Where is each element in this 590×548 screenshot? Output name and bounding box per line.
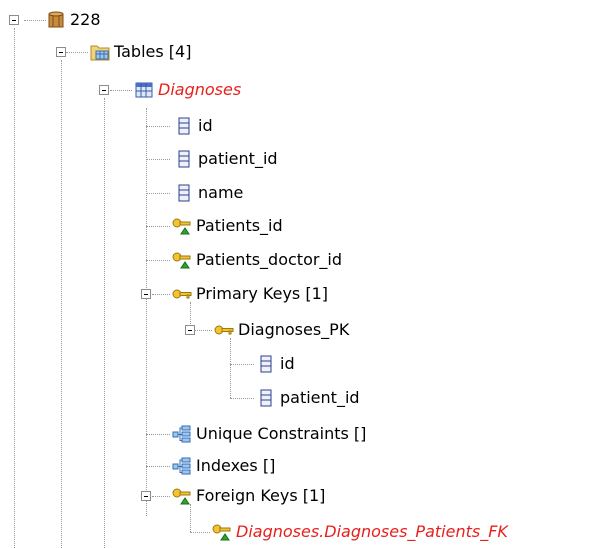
tree-line [230, 338, 231, 398]
tree-node-unique-constraints[interactable]: Unique Constraints [] [172, 422, 366, 446]
tree-line [230, 364, 254, 365]
column-label: patient_id [198, 149, 278, 168]
tree-line [146, 159, 170, 160]
collapse-toggle-pk[interactable] [185, 325, 195, 335]
tree-line [146, 466, 170, 467]
tree-line [146, 126, 170, 127]
foreign-key-icon [212, 522, 232, 542]
index-icon [172, 424, 192, 444]
indexes-label: Indexes [] [196, 456, 276, 475]
tree-line [146, 260, 170, 261]
collapse-toggle-foreign-keys[interactable] [141, 491, 151, 501]
tree-line [66, 52, 88, 53]
collapse-toggle-primary-keys[interactable] [141, 289, 151, 299]
folder-table-icon [90, 42, 110, 62]
database-icon [46, 10, 66, 30]
tree-node-foreign-keys[interactable]: Foreign Keys [1] [172, 484, 325, 508]
foreign-key-icon [172, 216, 192, 236]
collapse-toggle-tables[interactable] [56, 47, 66, 57]
column-icon [174, 116, 194, 136]
column-icon [174, 149, 194, 169]
fk-label: Diagnoses.Diagnoses_Patients_FK [236, 522, 508, 541]
collapse-toggle-table[interactable] [99, 85, 109, 95]
key-icon [172, 284, 192, 304]
table-grid-icon [134, 80, 154, 100]
tree-node-pk-column-patient-id[interactable]: patient_id [256, 386, 360, 410]
tree-line [146, 108, 147, 516]
tree-node-root[interactable]: 228 [46, 8, 101, 32]
root-label: 228 [70, 10, 101, 29]
column-label: name [198, 183, 244, 202]
pk-column-label: patient_id [280, 388, 360, 407]
tree-node-fk-diagnoses-patients[interactable]: Diagnoses.Diagnoses_Patients_FK [212, 520, 508, 544]
primary-keys-label: Primary Keys [1] [196, 284, 329, 303]
column-icon [256, 388, 276, 408]
tree-line [104, 98, 105, 548]
fk-column-label: Patients_doctor_id [196, 250, 343, 269]
foreign-keys-label: Foreign Keys [1] [196, 486, 326, 505]
unique-constraints-label: Unique Constraints [] [196, 424, 367, 443]
tree-node-pk-diagnoses[interactable]: Diagnoses_PK [214, 318, 349, 342]
tree-line [230, 398, 254, 399]
tree-line [146, 193, 170, 194]
column-label: id [198, 116, 213, 135]
table-label: Diagnoses [158, 80, 242, 99]
tree-node-pk-column-id[interactable]: id [256, 352, 295, 376]
column-icon [256, 354, 276, 374]
tree-node-fk-column-patients-doctor-id[interactable]: Patients_doctor_id [172, 248, 342, 272]
tree-line [190, 504, 191, 532]
tree-node-column-name[interactable]: name [174, 181, 243, 205]
tree-line [61, 60, 62, 548]
tree-line [194, 330, 212, 331]
tree-line [152, 294, 170, 295]
collapse-toggle-root[interactable] [9, 15, 19, 25]
tree-line [152, 496, 170, 497]
tree-node-tables[interactable]: Tables [4] [90, 40, 191, 64]
tree-node-fk-column-patients-id[interactable]: Patients_id [172, 214, 283, 238]
tables-label: Tables [4] [114, 42, 192, 61]
tree-line [146, 434, 170, 435]
foreign-key-icon [172, 250, 192, 270]
tree-line [24, 20, 46, 21]
tree-node-indexes[interactable]: Indexes [] [172, 454, 275, 478]
key-icon [214, 320, 234, 340]
tree-node-column-id[interactable]: id [174, 114, 213, 138]
column-icon [174, 183, 194, 203]
tree-node-column-patient-id[interactable]: patient_id [174, 147, 278, 171]
foreign-key-icon [172, 486, 192, 506]
tree-line [190, 532, 210, 533]
pk-column-label: id [280, 354, 295, 373]
fk-column-label: Patients_id [196, 216, 283, 235]
pk-label: Diagnoses_PK [238, 320, 350, 339]
tree-line [146, 226, 170, 227]
index-icon [172, 456, 192, 476]
tree-line [110, 90, 132, 91]
tree-node-primary-keys[interactable]: Primary Keys [1] [172, 282, 328, 306]
tree-node-table-diagnoses[interactable]: Diagnoses [134, 78, 241, 102]
tree-line [14, 28, 15, 548]
